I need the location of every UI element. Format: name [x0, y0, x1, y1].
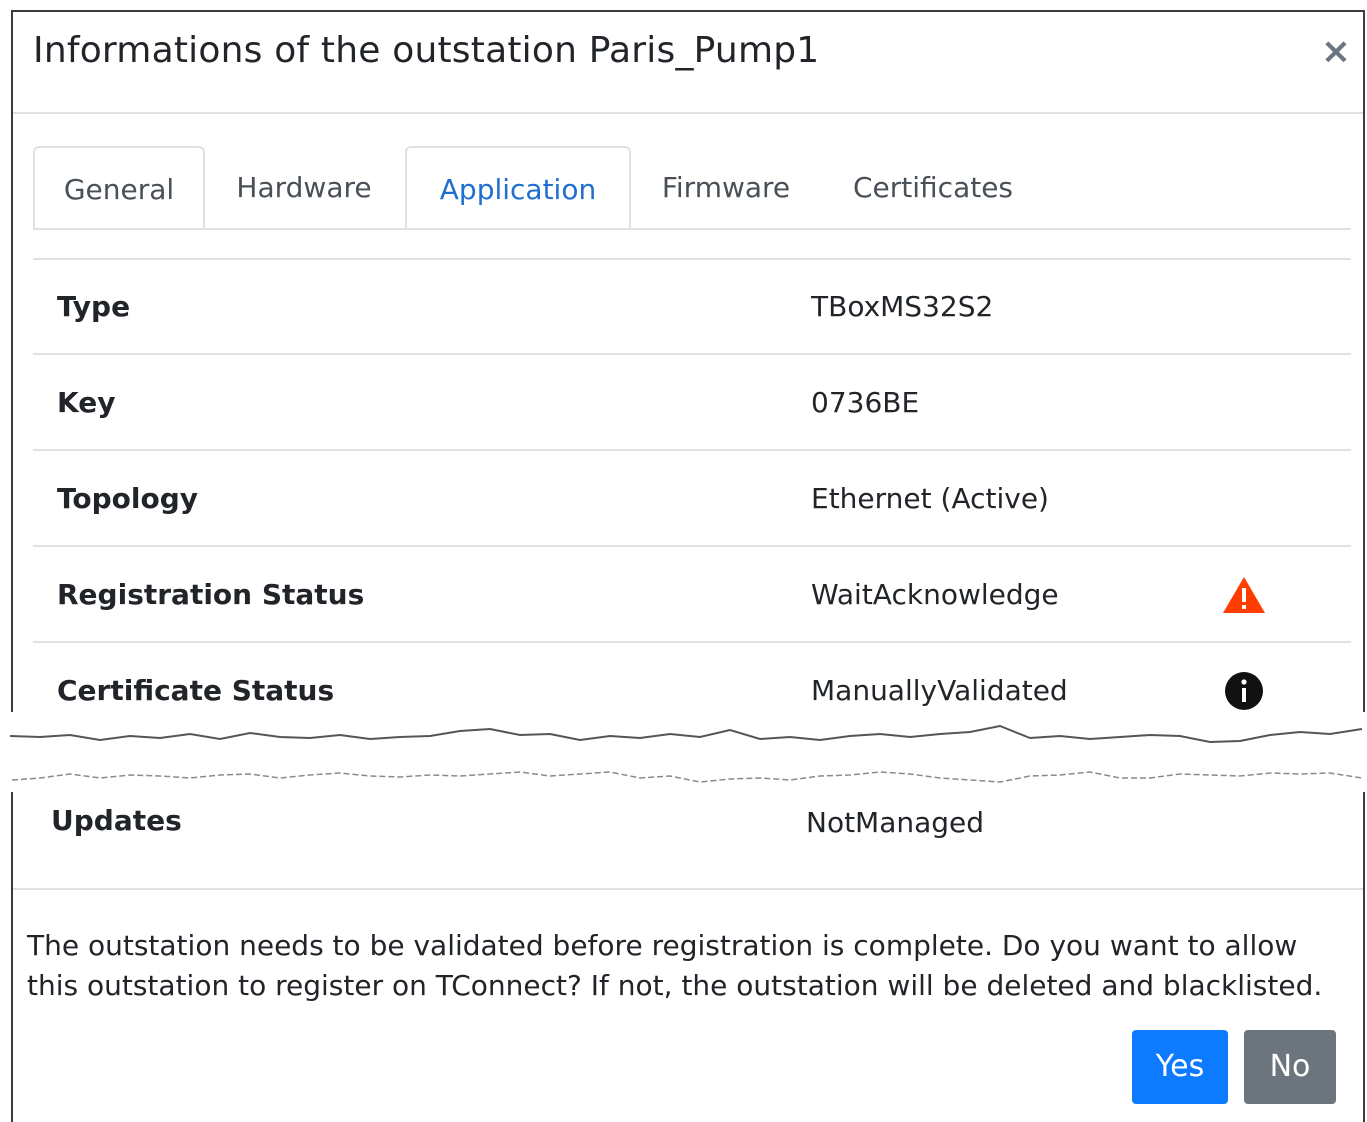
close-icon[interactable]: ×	[1318, 32, 1354, 72]
row-divider	[33, 353, 1351, 355]
topology-value: Ethernet (Active)	[811, 482, 1049, 515]
dialog-frame-top	[11, 10, 1365, 770]
topology-label: Topology	[57, 482, 199, 515]
footer-divider	[13, 888, 1363, 890]
tab-certificates[interactable]: Certificates	[833, 146, 1033, 228]
tab-firmware[interactable]: Firmware	[643, 146, 809, 228]
certificate-status-label: Certificate Status	[57, 674, 335, 707]
updates-value: NotManaged	[806, 806, 985, 839]
row-divider	[33, 258, 1351, 260]
key-label: Key	[57, 386, 116, 419]
registration-status-value: WaitAcknowledge	[811, 578, 1059, 611]
type-value: TBoxMS32S2	[811, 290, 994, 323]
torn-edge-divider	[0, 712, 1367, 792]
row-divider	[33, 641, 1351, 643]
warning-triangle-icon[interactable]	[1222, 575, 1266, 615]
info-circle-icon[interactable]	[1224, 671, 1264, 711]
validation-message: The outstation needs to be validated bef…	[27, 929, 1323, 1002]
registration-status-label: Registration Status	[57, 578, 365, 611]
tab-application[interactable]: Application	[405, 146, 631, 228]
row-divider	[33, 449, 1351, 451]
certificate-status-value: ManuallyValidated	[811, 674, 1068, 707]
tab-hardware[interactable]: Hardware	[213, 146, 395, 228]
no-button[interactable]: No	[1244, 1030, 1336, 1104]
tab-bar: General Hardware Application Firmware Ce…	[33, 146, 1351, 230]
row-divider	[33, 545, 1351, 547]
header-divider	[13, 112, 1363, 114]
updates-label: Updates	[51, 804, 182, 837]
tab-general[interactable]: General	[33, 146, 205, 228]
modal-title: Informations of the outstation Paris_Pum…	[33, 30, 820, 71]
type-label: Type	[57, 290, 131, 323]
key-value: 0736BE	[811, 386, 920, 419]
yes-button[interactable]: Yes	[1132, 1030, 1228, 1104]
